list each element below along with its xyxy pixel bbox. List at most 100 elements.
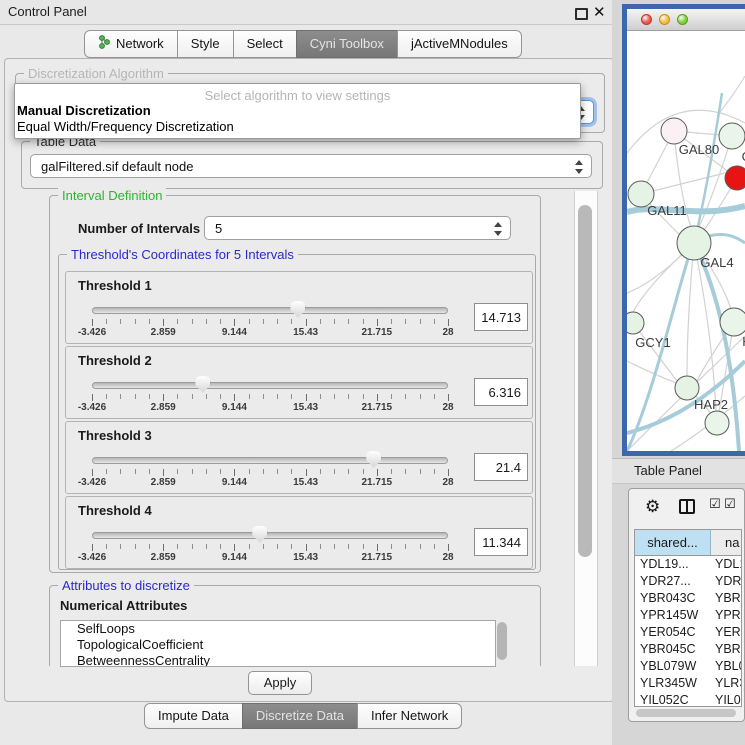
tick-mark xyxy=(420,319,421,324)
tab-jactivemnodules[interactable]: jActiveMNodules xyxy=(397,30,522,58)
algorithm-option-equal-width-frequency-discretization[interactable]: Equal Width/Frequency Discretization xyxy=(15,119,580,135)
tick-label: 15.43 xyxy=(293,477,318,488)
column-header-shared-[interactable]: shared... xyxy=(635,530,711,555)
table-header-row: shared...na xyxy=(635,530,741,556)
threshold-slider-1[interactable] xyxy=(92,305,448,315)
tab-impute-data[interactable]: Impute Data xyxy=(144,703,243,729)
tick-mark xyxy=(263,469,264,474)
algorithm-dropdown-popup: Select algorithm to view settings Manual… xyxy=(14,83,581,139)
node-label: HAP2 xyxy=(694,397,728,412)
tick-mark xyxy=(405,544,406,549)
table-row[interactable]: YER054CYER0 xyxy=(635,624,741,641)
column-header-na[interactable]: na xyxy=(711,530,741,555)
tick-mark xyxy=(291,469,292,474)
panel-scrollbar-track[interactable] xyxy=(574,191,598,666)
slider-ticks xyxy=(92,469,448,477)
tick-mark xyxy=(192,469,193,474)
threshold-label: Threshold 4 xyxy=(78,503,152,518)
slider-ticks xyxy=(92,394,448,402)
close-traffic-light-icon[interactable] xyxy=(641,14,652,25)
threshold-value-field[interactable]: 14.713 xyxy=(474,303,528,331)
table-hscrollbar-thumb[interactable] xyxy=(636,709,736,717)
tab-label: Infer Network xyxy=(371,708,448,723)
network-node-c[interactable] xyxy=(725,166,745,190)
table-row[interactable]: YLR345WYLR3 xyxy=(635,675,741,692)
tab-cyni-toolbox[interactable]: Cyni Toolbox xyxy=(296,30,398,58)
num-intervals-label: Number of Intervals xyxy=(78,221,200,236)
columns-icon[interactable] xyxy=(679,499,695,514)
table-row[interactable]: YDR27...YDR2 xyxy=(635,573,741,590)
minimize-traffic-light-icon[interactable] xyxy=(659,14,670,25)
tab-discretize-data[interactable]: Discretize Data xyxy=(242,703,358,729)
checkbox-icon[interactable]: ☑ xyxy=(724,497,736,512)
table-cell: YBR0 xyxy=(711,590,741,607)
list-item-betweennesscentrality[interactable]: BetweennessCentrality xyxy=(61,653,495,667)
slider-ticks xyxy=(92,544,448,552)
float-window-icon[interactable] xyxy=(575,8,588,20)
num-intervals-combobox[interactable]: 5 xyxy=(204,216,511,240)
tick-label: 28 xyxy=(442,327,453,338)
numerical-attributes-list[interactable]: SelfLoopsTopologicalCoefficientBetweenne… xyxy=(60,620,496,667)
tick-mark xyxy=(434,544,435,549)
threshold-value-field[interactable]: 6.316 xyxy=(474,378,528,406)
node-label: GA xyxy=(742,149,745,164)
tick-label: 28 xyxy=(442,552,453,563)
algorithm-option-manual-discretization[interactable]: Manual Discretization xyxy=(15,103,580,119)
table-row[interactable]: YBR043CYBR0 xyxy=(635,590,741,607)
network-node-ga[interactable] xyxy=(719,123,745,149)
slider-thumb[interactable] xyxy=(195,376,210,393)
tab-select[interactable]: Select xyxy=(233,30,297,58)
table-row[interactable]: YPR145WYPR1 xyxy=(635,607,741,624)
network-canvas[interactable]: GAL80GACGAL11GAL4GCY1HHAP2 xyxy=(627,31,745,451)
tick-label: -3.426 xyxy=(78,477,106,488)
table-row[interactable]: YDL19...YDL1 xyxy=(635,556,741,573)
tab-label: Network xyxy=(116,36,164,51)
tab-network[interactable]: Network xyxy=(84,30,178,58)
network-view-window[interactable]: GAL80GACGAL11GAL4GCY1HHAP2 xyxy=(622,4,745,456)
close-icon[interactable]: ✕ xyxy=(593,3,606,21)
slider-thumb[interactable] xyxy=(290,301,305,318)
gear-icon[interactable]: ⚙ xyxy=(645,497,660,517)
list-scrollbar-thumb[interactable] xyxy=(497,622,507,660)
tick-mark xyxy=(420,544,421,549)
tick-label: 15.43 xyxy=(293,327,318,338)
slider-thumb[interactable] xyxy=(252,526,267,543)
threshold-slider-4[interactable] xyxy=(92,530,448,540)
threshold-value-field[interactable]: 11.344 xyxy=(474,528,528,556)
table-row[interactable]: YBL079WYBL0 xyxy=(635,658,741,675)
threshold-slider-3[interactable] xyxy=(92,455,448,465)
network-node[interactable] xyxy=(705,411,729,435)
tick-mark xyxy=(348,469,349,474)
tick-mark xyxy=(206,319,207,324)
threshold-label: Threshold 2 xyxy=(78,353,152,368)
list-item-selfloops[interactable]: SelfLoops xyxy=(61,621,495,637)
tab-style[interactable]: Style xyxy=(177,30,234,58)
group-title: Threshold's Coordinates for 5 Intervals xyxy=(67,247,298,262)
apply-button[interactable]: Apply xyxy=(248,671,312,695)
cyni-toolbox-panel: Discretization Algorithm Select algorith… xyxy=(4,58,614,702)
checkbox-icon[interactable]: ☑ xyxy=(709,497,721,512)
zoom-traffic-light-icon[interactable] xyxy=(677,14,688,25)
network-node-gcy1[interactable] xyxy=(627,312,644,334)
network-node-h[interactable] xyxy=(720,308,745,336)
table-row[interactable]: YBR045CYBR0 xyxy=(635,641,741,658)
right-column: GAL80GACGAL11GAL4GCY1HHAP2 Table Panel ⚙… xyxy=(612,0,745,745)
tick-mark xyxy=(320,469,321,474)
slider-thumb[interactable] xyxy=(366,451,381,468)
table-data-value: galFiltered.sif default node xyxy=(41,159,193,174)
control-panel: Control Panel ✕ NetworkStyleSelectCyni T… xyxy=(0,0,618,745)
table-data-combobox[interactable]: galFiltered.sif default node xyxy=(30,154,592,178)
slider-track xyxy=(92,382,448,389)
tick-mark xyxy=(192,544,193,549)
tick-mark xyxy=(177,319,178,324)
panel-scrollbar-thumb[interactable] xyxy=(578,205,592,557)
popup-option-list: Manual DiscretizationEqual Width/Frequen… xyxy=(15,103,580,135)
threshold-slider-2[interactable] xyxy=(92,380,448,390)
list-item-topologicalcoefficient[interactable]: TopologicalCoefficient xyxy=(61,637,495,653)
threshold-value-field[interactable]: 21.4 xyxy=(474,453,528,481)
table-row[interactable]: YIL052CYIL0 xyxy=(635,692,741,707)
network-node-gal80[interactable] xyxy=(661,118,687,144)
tick-label: 21.715 xyxy=(362,552,393,563)
tick-mark xyxy=(149,544,150,549)
tab-infer-network[interactable]: Infer Network xyxy=(357,703,462,729)
